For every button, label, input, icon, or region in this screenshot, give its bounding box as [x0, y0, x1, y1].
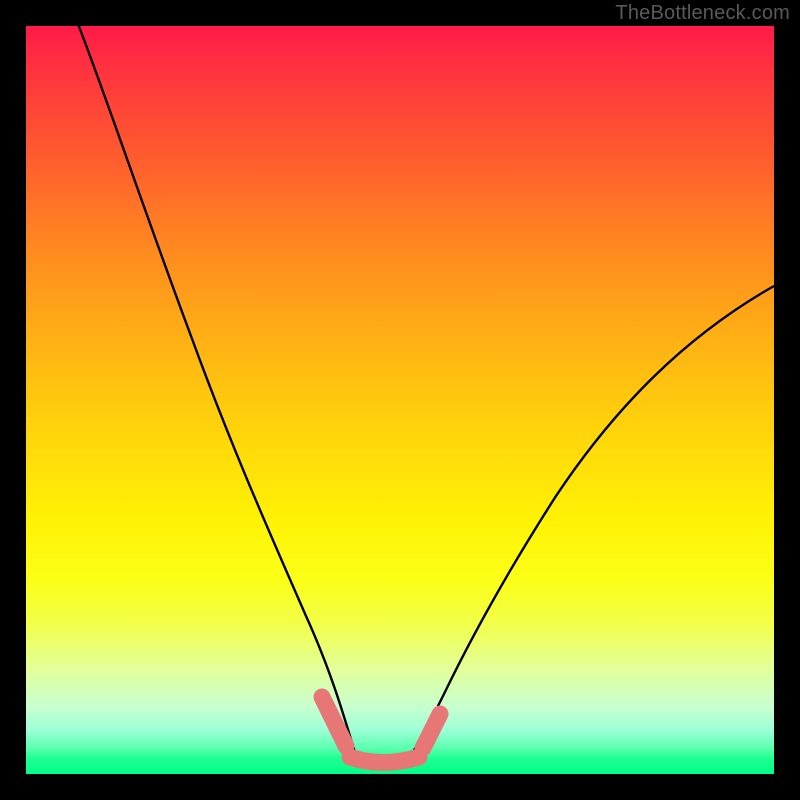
chart-frame: TheBottleneck.com — [0, 0, 800, 800]
left-curve — [78, 24, 356, 756]
right-curve — [406, 286, 774, 762]
chart-svg — [26, 26, 774, 774]
watermark-text: TheBottleneck.com — [615, 2, 790, 25]
plot-area — [26, 26, 774, 774]
